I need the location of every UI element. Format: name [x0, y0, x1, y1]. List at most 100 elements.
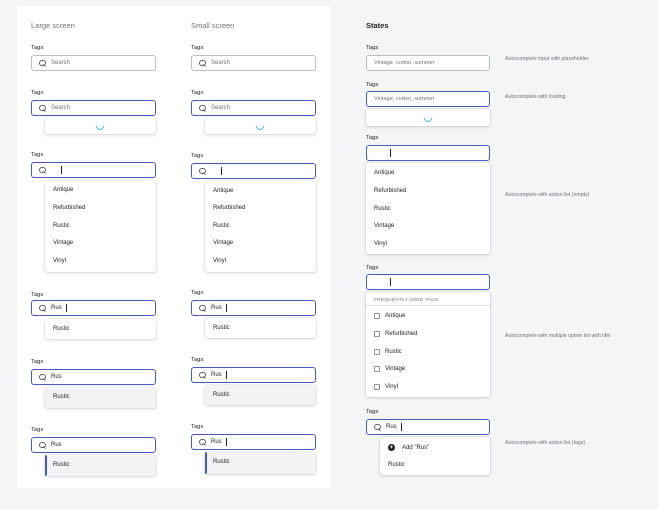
options-popover: Antique Refurbished Rustic Vintage Vinyl: [205, 181, 316, 272]
selection-indicator: [45, 455, 47, 476]
field-placeholder: Vintage, cotton, summer: [374, 60, 435, 66]
search-value: Rus: [386, 424, 397, 430]
option-vinyl[interactable]: Vinyl: [213, 258, 226, 264]
option-vintage[interactable]: Vintage: [374, 366, 405, 372]
tags-field[interactable]: Vintage, cotton, summer: [366, 55, 490, 71]
tags-label: Tags: [191, 153, 204, 159]
checkbox[interactable]: [374, 331, 380, 337]
option-vintage[interactable]: Vintage: [53, 240, 73, 246]
search-value: Rus: [211, 439, 222, 445]
option-label: Rustic: [385, 349, 402, 355]
note-placeholder: Autocomplete input with placeholder: [505, 56, 589, 62]
loading-popover: [366, 109, 490, 126]
search-icon: [39, 166, 46, 174]
section-title: FREQUENTLY USED TAGS: [374, 298, 439, 303]
search-value: Rus: [211, 372, 222, 378]
search-icon: [199, 59, 206, 67]
tags-label: Tags: [31, 90, 44, 96]
tags-field[interactable]: Vintage, cotton, summer: [366, 91, 490, 107]
search-field[interactable]: Rus: [31, 300, 156, 316]
option-rustic[interactable]: Rustic: [388, 462, 405, 468]
option-antique[interactable]: Antique: [374, 170, 394, 176]
option-vintage[interactable]: Vintage: [374, 223, 394, 229]
spinner-icon: [94, 119, 106, 132]
search-icon: [39, 304, 46, 312]
option-rustic[interactable]: Rustic: [53, 462, 70, 468]
option-antique[interactable]: Antique: [213, 188, 233, 194]
option-rustic[interactable]: Rustic: [213, 325, 230, 331]
tags-field[interactable]: [366, 274, 490, 290]
search-field[interactable]: Rus: [366, 419, 490, 435]
option-vinyl[interactable]: Vinyl: [374, 241, 387, 247]
checkbox[interactable]: [374, 349, 380, 355]
search-placeholder: Search: [51, 105, 71, 111]
add-tag-action[interactable]: + Add "Rus": [388, 444, 429, 451]
search-icon: [39, 441, 46, 449]
option-rustic[interactable]: Rustic: [374, 206, 391, 212]
option-rustic[interactable]: Rustic: [53, 394, 70, 400]
search-icon: [199, 167, 206, 175]
search-value: Rus: [51, 305, 62, 311]
tags-label: Tags: [31, 45, 44, 51]
search-field[interactable]: Rus: [31, 437, 156, 453]
search-icon: [199, 104, 206, 112]
loading-popover: [205, 117, 316, 134]
small-screen-title: Small screen: [191, 21, 235, 30]
search-field[interactable]: Search: [31, 55, 156, 71]
tags-label: Tags: [366, 45, 379, 51]
tags-label: Tags: [366, 135, 379, 141]
spinner-icon: [254, 119, 266, 132]
tags-label: Tags: [191, 357, 204, 363]
option-label: Vinyl: [385, 384, 398, 390]
search-field[interactable]: Rus: [191, 367, 316, 383]
option-antique[interactable]: Antique: [374, 313, 405, 319]
field-value: Vintage, cotton, summer: [374, 96, 435, 102]
option-refurbished[interactable]: Refurbished: [374, 188, 406, 194]
option-antique[interactable]: Antique: [53, 187, 73, 193]
search-field[interactable]: [31, 162, 156, 178]
tags-label: Tags: [366, 409, 379, 415]
option-vinyl[interactable]: Vinyl: [53, 258, 66, 264]
checkbox[interactable]: [374, 384, 380, 390]
tags-label: Tags: [366, 82, 379, 88]
option-rustic[interactable]: Rustic: [53, 223, 70, 229]
text-cursor: [225, 304, 227, 312]
search-field[interactable]: Rus: [191, 434, 316, 450]
option-refurbished[interactable]: Refurbished: [213, 205, 245, 211]
search-field[interactable]: Search: [31, 100, 156, 116]
search-field[interactable]: Rus: [191, 300, 316, 316]
option-rustic[interactable]: Rustic: [374, 349, 402, 355]
search-value: Rus: [51, 374, 62, 380]
loading-popover: [45, 117, 156, 134]
action-popover: + Add "Rus" Rustic: [380, 437, 490, 475]
option-rustic[interactable]: Rustic: [213, 223, 230, 229]
add-tag-label: Add "Rus": [402, 444, 430, 451]
search-field[interactable]: Rus: [31, 369, 156, 385]
search-field[interactable]: Search: [191, 55, 316, 71]
tags-label: Tags: [191, 424, 204, 430]
search-icon: [374, 423, 381, 431]
option-rustic[interactable]: Rustic: [53, 326, 70, 332]
tags-label: Tags: [31, 427, 44, 433]
search-field[interactable]: Search: [191, 100, 316, 116]
search-icon: [39, 59, 46, 67]
option-vinyl[interactable]: Vinyl: [374, 384, 398, 390]
states-title: States: [366, 21, 389, 30]
option-refurbished[interactable]: Refurbished: [374, 331, 417, 337]
checkbox[interactable]: [374, 366, 380, 372]
option-rustic[interactable]: Rustic: [213, 392, 230, 398]
tags-field[interactable]: [366, 145, 490, 161]
option-label: Antique: [385, 313, 406, 319]
option-vintage[interactable]: Vintage: [213, 240, 233, 246]
checkbox[interactable]: [374, 313, 380, 319]
text-cursor: [400, 423, 402, 431]
search-field[interactable]: [191, 163, 316, 179]
note-action-empty: Autocomplete with action list (empty): [505, 192, 590, 198]
search-value: Rus: [51, 442, 62, 448]
option-refurbished[interactable]: Refurbished: [53, 205, 85, 211]
option-rustic[interactable]: Rustic: [213, 459, 230, 465]
search-placeholder: Search: [51, 60, 71, 66]
text-cursor: [225, 371, 227, 379]
options-popover: Antique Refurbished Rustic Vintage Vinyl: [45, 180, 156, 272]
search-icon: [199, 438, 206, 446]
